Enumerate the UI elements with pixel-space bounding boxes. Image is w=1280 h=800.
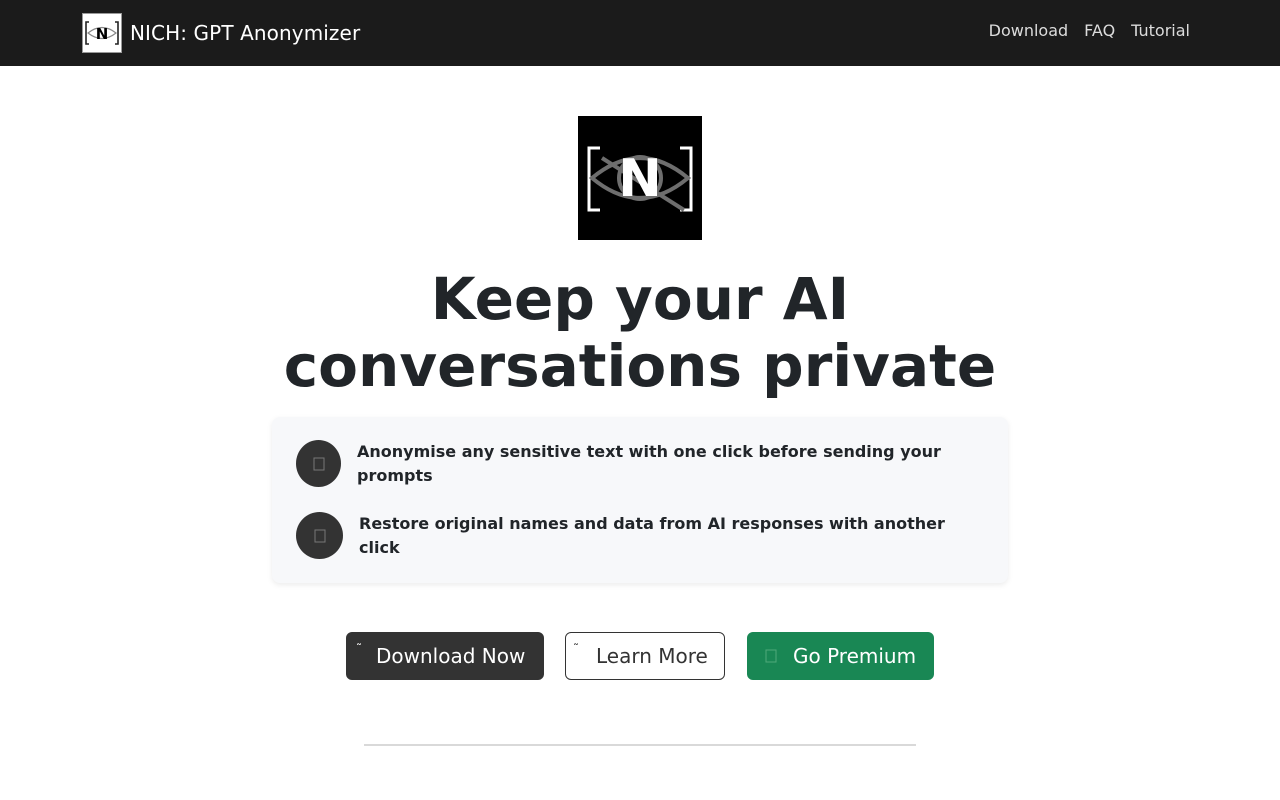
learn-more-button[interactable]: ˜ Learn More	[565, 632, 725, 680]
svg-text:N: N	[618, 149, 662, 209]
nav-link-faq[interactable]: FAQ	[1084, 21, 1115, 40]
eye-logo-icon: N	[587, 146, 693, 212]
info-icon: ˜	[573, 642, 579, 656]
brand-logo: N	[82, 13, 122, 53]
star-icon	[765, 649, 777, 663]
headline-line-2: conversations private	[283, 332, 997, 400]
shield-icon	[296, 440, 341, 487]
nav-links: Download FAQ Tutorial	[989, 21, 1190, 40]
brand-logo-icon: N	[85, 21, 119, 45]
hero-logo: N	[578, 116, 702, 240]
download-now-label: Download Now	[376, 644, 526, 668]
navbar: N NICH: GPT Anonymizer Download FAQ Tuto…	[0, 0, 1280, 66]
download-icon: ˜	[356, 642, 362, 656]
download-now-button[interactable]: ˜ Download Now	[346, 632, 544, 680]
feature-item-restore: Restore original names and data from AI …	[296, 512, 979, 560]
learn-more-label: Learn More	[596, 644, 708, 668]
features-panel: Anonymise any sensitive text with one cl…	[272, 417, 1008, 583]
go-premium-label: Go Premium	[793, 644, 917, 668]
svg-text:N: N	[96, 25, 109, 43]
section-divider	[364, 744, 916, 746]
feature-text-anonymise: Anonymise any sensitive text with one cl…	[357, 442, 941, 485]
feature-item-anonymise: Anonymise any sensitive text with one cl…	[296, 440, 977, 488]
brand-title: NICH: GPT Anonymizer	[130, 21, 361, 45]
brand-link[interactable]: N NICH: GPT Anonymizer	[82, 13, 360, 53]
undo-icon	[296, 512, 343, 559]
feature-text-restore: Restore original names and data from AI …	[359, 514, 945, 557]
nav-link-tutorial[interactable]: Tutorial	[1131, 21, 1190, 40]
nav-link-download[interactable]: Download	[989, 21, 1069, 40]
headline-line-1: Keep your AI	[430, 265, 850, 333]
hero-headline: Keep your AI conversations private	[240, 266, 1040, 400]
go-premium-button[interactable]: Go Premium	[747, 632, 934, 680]
